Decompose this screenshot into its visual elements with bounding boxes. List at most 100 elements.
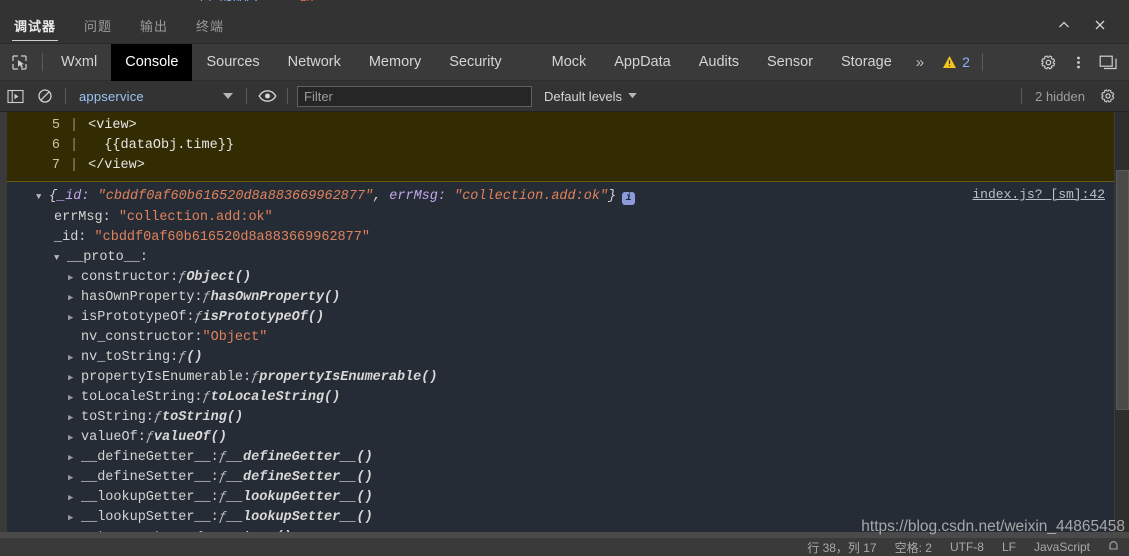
context-selector[interactable]: appservice [71, 85, 241, 107]
proto-property-row[interactable]: ▶ propertyIsEnumerable: ƒ propertyIsEnume… [0, 368, 1129, 388]
object-preview-row[interactable]: ▼ { _id: "cbddf0af60b616520d8a8836699628… [0, 186, 1129, 208]
proto-property-row[interactable]: ▶ isPrototypeOf: ƒ isPrototypeOf() [0, 308, 1129, 328]
proto-property-row[interactable]: ▶ __lookupGetter__: ƒ __lookupGetter__() [0, 488, 1129, 508]
expand-toggle-icon[interactable]: ▶ [68, 408, 79, 428]
expand-toggle-icon[interactable]: ▶ [68, 428, 79, 448]
inspect-element-icon[interactable] [0, 44, 38, 81]
console-vertical-scrollbar[interactable] [1114, 112, 1129, 532]
warning-count-badge[interactable]: 2 [934, 44, 978, 81]
preview-key-errmsg: errMsg: [389, 189, 446, 204]
tab-security[interactable]: Security [435, 44, 515, 81]
expand-toggle-icon[interactable]: ▶ [68, 488, 79, 508]
devtools-window: <> PY-HDHAP: ER —— 调试器 问题 输出 终端 [0, 0, 1129, 556]
function-sigil: ƒ [202, 290, 211, 305]
tab-mock[interactable]: Mock [538, 44, 601, 81]
preview-key-id: _id: [57, 189, 90, 204]
tab-appdata[interactable]: AppData [600, 44, 684, 81]
devtools-tab-strip: Wxml Console Sources Network Memory Secu… [0, 43, 1129, 81]
gear-icon[interactable] [1033, 44, 1063, 81]
tab-sources[interactable]: Sources [192, 44, 273, 81]
expand-toggle-icon[interactable]: ▶ [68, 348, 79, 368]
proto-property-row[interactable]: ▶ __defineSetter__: ƒ __defineSetter__() [0, 468, 1129, 488]
chevron-down-icon [223, 92, 233, 99]
proto-property-row[interactable]: nv_constructor: "Object" [0, 328, 1129, 348]
proto-property-row[interactable]: ▶ toString: ƒ toString() [0, 408, 1129, 428]
warning-count: 2 [962, 54, 970, 70]
chevron-up-icon[interactable] [1049, 11, 1079, 39]
line-code: <view> [88, 118, 137, 133]
console-log-entry[interactable]: ▼ { _id: "cbddf0af60b616520d8a8836699628… [0, 182, 1129, 532]
expand-toggle-icon[interactable]: ▶ [68, 288, 79, 308]
object-property-row[interactable]: errMsg: "collection.add:ok" [0, 208, 1129, 228]
clear-console-icon[interactable] [30, 81, 60, 112]
expand-toggle-icon[interactable]: ▶ [68, 308, 79, 328]
notification-bell-icon[interactable] [1108, 540, 1119, 555]
more-vertical-icon[interactable] [1063, 44, 1093, 81]
status-indentation[interactable]: 空格: 2 [895, 539, 932, 556]
filter-input[interactable] [297, 85, 532, 107]
property-value: toString() [162, 410, 244, 425]
console-warning-entry[interactable]: 5 | <view> 6 | {{dataObj.time}} 7 | </vi… [0, 112, 1129, 182]
dock-panel-icon[interactable] [1093, 44, 1123, 81]
expand-toggle-icon[interactable]: ▼ [36, 187, 47, 208]
proto-property-row[interactable]: ▶ valueOf: ƒ valueOf() [0, 428, 1129, 448]
tab-storage[interactable]: Storage [827, 44, 906, 81]
close-icon[interactable] [1085, 11, 1115, 39]
info-badge-icon[interactable]: i [622, 192, 636, 205]
status-encoding[interactable]: UTF-8 [950, 540, 984, 554]
log-levels-selector[interactable]: Default levels [544, 89, 637, 104]
panel-tab-terminal[interactable]: 终端 [182, 7, 238, 44]
status-eol[interactable]: LF [1002, 540, 1016, 554]
panel-actions [1049, 11, 1129, 39]
more-tabs-button[interactable]: » [906, 44, 934, 81]
expand-toggle-icon[interactable]: ▶ [68, 468, 79, 488]
preview-value-errmsg: "collection.add:ok" [454, 189, 609, 204]
property-key: toString: [81, 410, 154, 425]
status-cursor-position[interactable]: 行 38，列 17 [807, 539, 876, 556]
tab-audits[interactable]: Audits [685, 44, 753, 81]
expand-toggle-icon[interactable]: ▼ [54, 248, 65, 268]
property-key: isPrototypeOf: [81, 310, 195, 325]
property-value: toLocaleString() [210, 390, 341, 405]
expand-toggle-icon[interactable]: ▶ [68, 268, 79, 288]
function-sigil: ƒ [178, 350, 187, 365]
gutter-bar: | [70, 138, 79, 153]
status-language-mode[interactable]: JavaScript [1034, 540, 1090, 554]
scrollbar-thumb[interactable] [1116, 170, 1129, 410]
source-location-link[interactable]: index.js? [sm]:42 [972, 187, 1105, 202]
proto-property-row[interactable]: ▶ nv_toString: ƒ () [0, 348, 1129, 368]
proto-property-row[interactable]: ▶ toLocaleString: ƒ toLocaleString() [0, 388, 1129, 408]
proto-property-row[interactable]: ▶ constructor: ƒ Object() [0, 268, 1129, 288]
toolbar-divider [42, 53, 43, 71]
object-property-row[interactable]: _id: "cbddf0af60b616520d8a883669962877" [0, 228, 1129, 248]
live-expression-eye-icon[interactable] [252, 81, 282, 112]
console-message-list[interactable]: 5 | <view> 6 | {{dataObj.time}} 7 | </vi… [0, 112, 1129, 532]
property-value: hasOwnProperty() [210, 290, 341, 305]
panel-tab-debugger[interactable]: 调试器 [0, 7, 70, 44]
tab-sensor[interactable]: Sensor [753, 44, 827, 81]
proto-row[interactable]: ▼ __proto__: [0, 248, 1129, 268]
function-sigil: ƒ [218, 470, 227, 485]
console-left-gutter [0, 112, 7, 550]
tab-network[interactable]: Network [274, 44, 355, 81]
tab-memory[interactable]: Memory [355, 44, 435, 81]
hidden-count-label[interactable]: 2 hidden [1035, 89, 1085, 104]
tab-console[interactable]: Console [111, 43, 193, 81]
expand-toggle-icon[interactable]: ▶ [68, 388, 79, 408]
gutter-bar: | [70, 158, 79, 173]
expand-toggle-icon[interactable]: ▶ [68, 448, 79, 468]
console-sidebar-icon[interactable] [0, 81, 30, 112]
gear-icon[interactable] [1093, 81, 1123, 112]
panel-tab-problems[interactable]: 问题 [70, 7, 126, 44]
expand-toggle-icon[interactable]: ▶ [68, 368, 79, 388]
property-value: Object() [186, 270, 252, 285]
expand-toggle-icon[interactable]: ▶ [68, 508, 79, 528]
proto-label: __proto__: [67, 250, 149, 265]
property-value: __defineSetter__() [226, 470, 373, 485]
proto-property-row[interactable]: ▶ __defineGetter__: ƒ __defineGetter__() [0, 448, 1129, 468]
property-key: errMsg: [54, 210, 111, 225]
panel-tab-output[interactable]: 输出 [126, 7, 182, 44]
tab-wxml[interactable]: Wxml [47, 44, 111, 81]
proto-property-row[interactable]: ▶ hasOwnProperty: ƒ hasOwnProperty() [0, 288, 1129, 308]
